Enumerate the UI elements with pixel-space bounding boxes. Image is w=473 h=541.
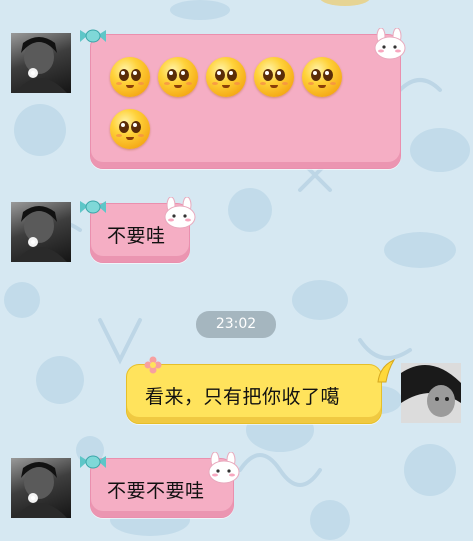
timestamp-pill: 23:02: [196, 311, 276, 338]
avatar[interactable]: [11, 458, 71, 518]
bunny-icon: [164, 197, 196, 229]
candy-icon: [80, 200, 106, 214]
user-photo-icon: [15, 206, 67, 262]
teary-eyed-face-emoji: [110, 57, 150, 97]
user-photo-icon: [15, 37, 67, 93]
message-text: 不要哇: [107, 225, 166, 247]
teary-eyed-face-emoji: [206, 57, 246, 97]
flower-icon: [144, 356, 162, 374]
avatar[interactable]: [11, 33, 71, 93]
teary-eyed-face-emoji: [158, 57, 198, 97]
candy-icon: [80, 29, 106, 43]
teary-eyed-face-emoji: [302, 57, 342, 97]
user-photo-icon: [15, 462, 67, 518]
message-bubble-incoming[interactable]: [90, 34, 401, 169]
user-photo-icon: [401, 363, 461, 423]
message-text: 看来，只有把你收了噶: [145, 386, 341, 408]
message-bubble-outgoing[interactable]: 看来，只有把你收了噶: [126, 364, 382, 424]
avatar[interactable]: [401, 363, 461, 423]
avatar[interactable]: [11, 202, 71, 262]
banana-tail-icon: [377, 358, 396, 383]
bunny-icon: [374, 28, 406, 60]
bunny-icon: [208, 452, 240, 484]
teary-eyed-face-emoji: [110, 109, 150, 149]
message-text: 不要不要哇: [107, 480, 205, 502]
teary-eyed-face-emoji: [254, 57, 294, 97]
candy-icon: [80, 455, 106, 469]
